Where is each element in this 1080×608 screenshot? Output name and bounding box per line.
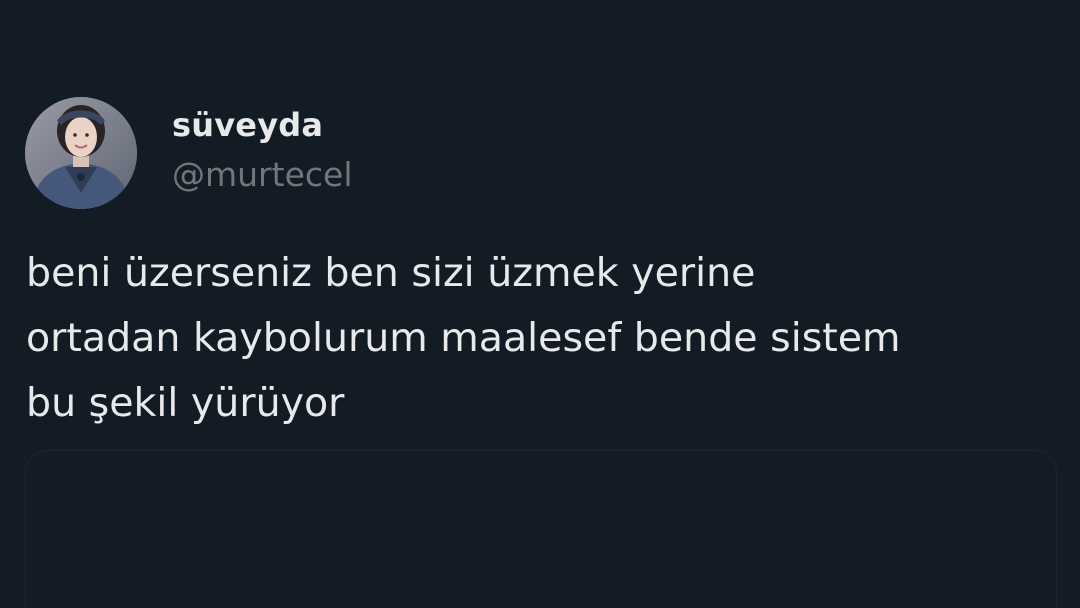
post-text-line: ortadan kaybolurum maalesef bende sistem — [26, 315, 901, 361]
post-text-line: beni üzerseniz ben sizi üzmek yerine — [26, 250, 756, 296]
post-text-line: bu şekil yürüyor — [26, 380, 345, 426]
author-handle[interactable]: @murtecel — [172, 155, 353, 194]
post-text: beni üzerseniz ben sizi üzmek yerine ort… — [26, 241, 1066, 436]
profile-photo-icon — [25, 97, 137, 209]
author-display-name[interactable]: süveyda — [172, 106, 323, 144]
tweet-card: süveyda @murtecel beni üzerseniz ben siz… — [0, 0, 1080, 608]
avatar[interactable] — [25, 97, 137, 209]
media-frame-edge — [25, 450, 1057, 608]
